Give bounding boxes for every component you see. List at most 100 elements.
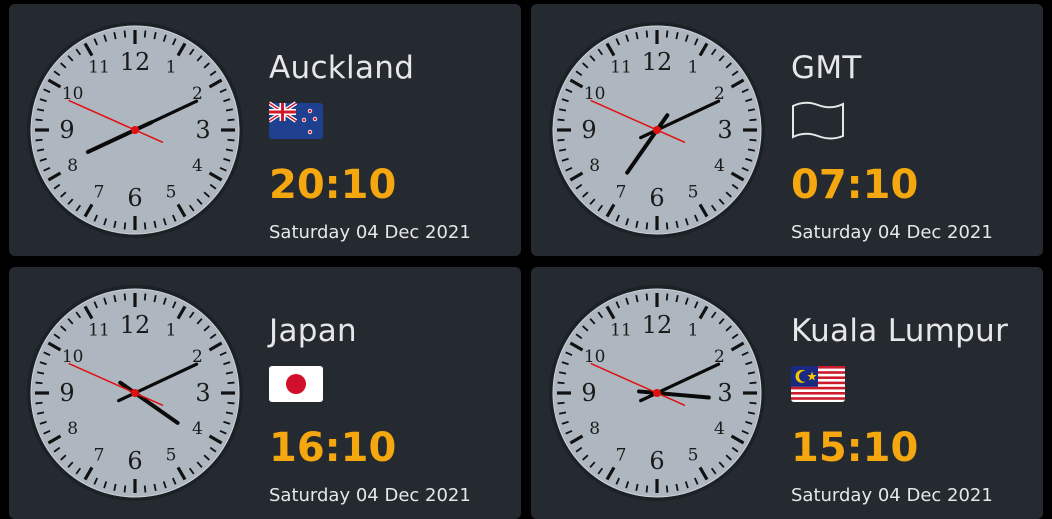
clock-numeral: 6 [649, 184, 664, 212]
minute-tick [749, 118, 757, 122]
new-zealand-flag-icon [267, 100, 323, 142]
date-label: Saturday 04 Dec 2021 [269, 485, 471, 506]
minute-tick [35, 118, 43, 122]
clock-card-japan[interactable]: 1 2 3 4 5 6 7 8 9 10 11 12 Japan 16:10 Saturday 04 … [9, 267, 521, 519]
analog-clock: 1 2 3 4 5 6 7 8 9 10 11 12 [547, 20, 767, 240]
clock-numeral: 9 [581, 116, 596, 144]
clock-numeral: 3 [717, 379, 732, 407]
clock-numeral: 6 [127, 184, 142, 212]
clock-numeral: 12 [642, 311, 673, 339]
minute-tick [749, 401, 757, 405]
minute-tick [645, 293, 649, 301]
clock-numeral: 11 [88, 58, 110, 78]
analog-clock-face: 1234567891011 12 [27, 285, 243, 501]
clock-numeral: 9 [59, 379, 74, 407]
clock-numeral: 4 [192, 156, 203, 176]
minute-tick [749, 138, 757, 142]
minute-tick [123, 485, 127, 493]
minute-tick [645, 222, 649, 230]
minute-tick [227, 401, 235, 405]
clock-numeral: 9 [59, 116, 74, 144]
date-label: Saturday 04 Dec 2021 [269, 222, 471, 243]
clock-numeral: 6 [649, 447, 664, 475]
clock-numeral: 11 [610, 321, 632, 341]
clock-numeral: 8 [67, 419, 78, 439]
minute-tick [227, 381, 235, 385]
minute-tick [143, 30, 147, 38]
clock-numeral: 1 [166, 321, 177, 341]
clock-card-auckland[interactable]: 1 2 3 4 5 6 7 8 9 10 11 12 Auckland 20:10 Saturday … [9, 4, 521, 256]
clock-numeral: 12 [120, 311, 151, 339]
blank-white-flag-icon [791, 100, 845, 142]
minute-tick [123, 293, 127, 301]
clock-center-pin [653, 126, 661, 134]
clock-numeral: 11 [610, 58, 632, 78]
clock-numeral: 3 [195, 379, 210, 407]
clock-numeral: 7 [616, 182, 627, 202]
date-label: Saturday 04 Dec 2021 [791, 222, 993, 243]
analog-clock: 1 2 3 4 5 6 7 8 9 10 11 12 [547, 283, 767, 503]
clock-numeral: 10 [584, 347, 606, 367]
minute-tick [665, 30, 669, 38]
minute-tick [123, 30, 127, 38]
city-name: Kuala Lumpur [791, 313, 1009, 349]
analog-clock-face: 1234567891011 12 [549, 22, 765, 238]
date-label: Saturday 04 Dec 2021 [791, 485, 993, 506]
clock-numeral: 5 [688, 182, 699, 202]
minute-tick [665, 485, 669, 493]
city-name: GMT [791, 50, 862, 86]
clock-numeral: 3 [717, 116, 732, 144]
minute-tick [645, 30, 649, 38]
city-name: Auckland [269, 50, 415, 86]
minute-tick [143, 293, 147, 301]
clock-numeral: 1 [688, 321, 699, 341]
clock-numeral: 5 [688, 445, 699, 465]
clock-numeral: 11 [88, 321, 110, 341]
minute-tick [665, 293, 669, 301]
minute-tick [645, 485, 649, 493]
minute-tick [143, 485, 147, 493]
clock-card-gmt[interactable]: 1 2 3 4 5 6 7 8 9 10 11 12 GMT 07:10 Saturday 04 De… [531, 4, 1043, 256]
clock-numeral: 7 [616, 445, 627, 465]
clock-numeral: 1 [166, 58, 177, 78]
minute-tick [557, 118, 565, 122]
digital-time: 16:10 [269, 425, 397, 471]
analog-clock-face: 1234567891011 12 [549, 285, 765, 501]
clock-center-pin [131, 126, 139, 134]
clock-numeral: 10 [584, 84, 606, 104]
clock-numeral: 12 [642, 48, 673, 76]
minute-tick [123, 222, 127, 230]
clock-numeral: 4 [192, 419, 203, 439]
clock-numeral: 7 [94, 445, 105, 465]
minute-tick [35, 401, 43, 405]
clock-numeral: 1 [688, 58, 699, 78]
minute-tick [227, 118, 235, 122]
minute-tick [35, 381, 43, 385]
minute-tick [557, 381, 565, 385]
clock-numeral: 10 [62, 84, 84, 104]
clock-numeral: 5 [166, 445, 177, 465]
clock-numeral: 3 [195, 116, 210, 144]
clock-numeral: 8 [589, 156, 600, 176]
minute-tick [143, 222, 147, 230]
clock-numeral: 9 [581, 379, 596, 407]
clock-numeral: 7 [94, 182, 105, 202]
minute-tick [749, 381, 757, 385]
clock-numeral: 5 [166, 182, 177, 202]
clock-card-kuala-lumpur[interactable]: 1 2 3 4 5 6 7 8 9 10 11 12 Kuala Lumpur 15:10 Satur… [531, 267, 1043, 519]
minute-tick [35, 138, 43, 142]
malaysia-flag-icon [791, 363, 845, 405]
digital-time: 20:10 [269, 162, 397, 208]
clock-numeral: 4 [714, 419, 725, 439]
digital-time: 07:10 [791, 162, 919, 208]
clock-center-pin [131, 389, 139, 397]
minute-tick [557, 401, 565, 405]
clock-center-pin [653, 389, 661, 397]
minute-tick [557, 138, 565, 142]
clock-numeral: 6 [127, 447, 142, 475]
japan-flag-icon [269, 363, 323, 405]
clock-numeral: 8 [589, 419, 600, 439]
minute-tick [227, 138, 235, 142]
clock-numeral: 10 [62, 347, 84, 367]
minute-tick [665, 222, 669, 230]
